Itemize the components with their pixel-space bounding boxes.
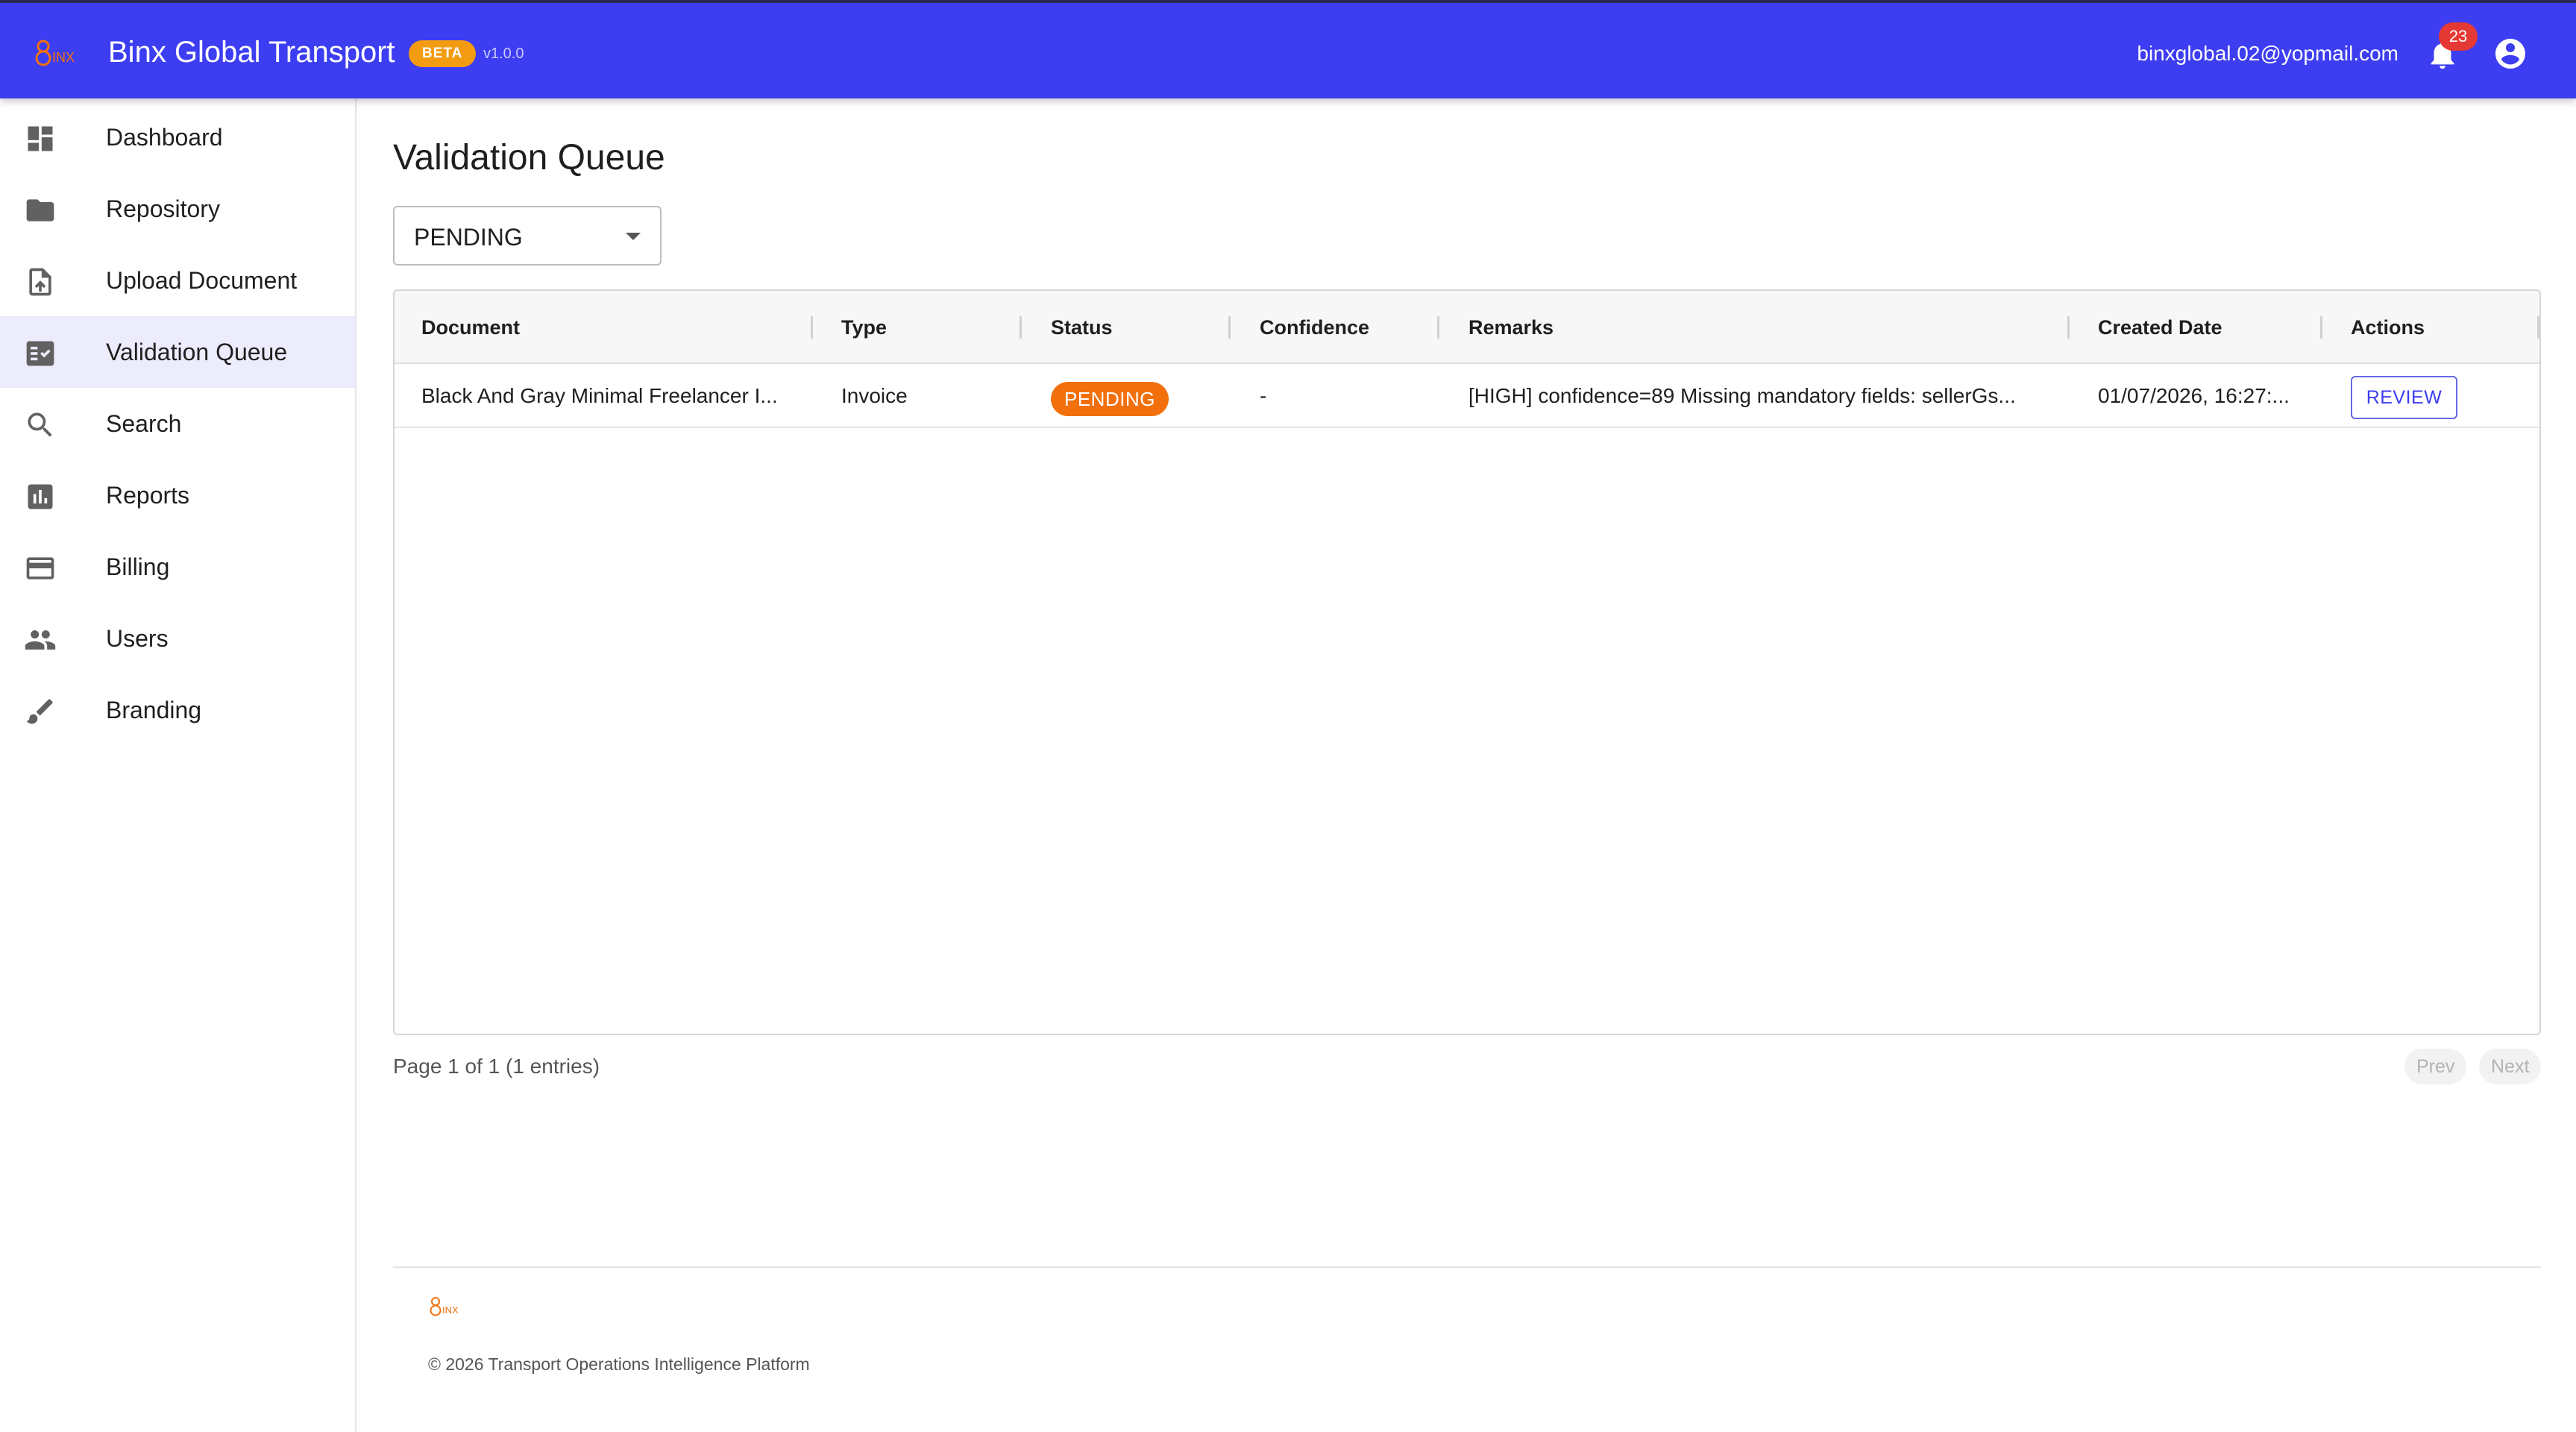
table-header: Document Type Status Confidence Remarks … [395,291,2539,364]
column-header-status[interactable]: Status [1051,291,1113,364]
status-badge: PENDING [1051,382,1169,416]
dashboard-icon [28,126,53,151]
column-resize-handle[interactable] [1437,316,1439,339]
sidebar-item-billing[interactable]: Billing [0,531,355,603]
column-resize-handle[interactable] [811,316,813,339]
sidebar-item-label: Reports [106,482,190,509]
arrow-drop-down-icon [626,233,641,240]
table-row[interactable]: Black And Gray Minimal Freelancer I... I… [395,364,2539,428]
sidebar-item-label: Dashboard [106,124,223,151]
sidebar-item-label: Branding [106,697,202,723]
fact-check-icon [26,341,54,366]
brush-icon [26,699,53,724]
sidebar-item-dashboard[interactable]: Dashboard [0,101,355,173]
sidebar-item-validation-queue[interactable]: Validation Queue [0,316,355,388]
column-resize-handle[interactable] [2067,316,2070,339]
column-resize-handle[interactable] [1020,316,1022,339]
review-button[interactable]: REVIEW [2351,376,2457,419]
search-icon [28,412,52,437]
sidebar-item-label: Users [106,625,169,652]
app-title: Binx Global Transport [108,36,395,69]
footer-divider [393,1266,2541,1268]
sidebar-item-label: Upload Document [106,267,298,294]
credit-card-icon [26,557,54,580]
cell-type: Invoice [841,384,908,407]
upload-file-icon [29,268,51,296]
top-app-bar: INX Binx Global Transport BETA v1.0.0 bi… [0,0,2576,98]
sidebar-item-upload-document[interactable]: Upload Document [0,245,355,316]
sidebar-item-repository[interactable]: Repository [0,173,355,245]
sidebar-item-label: Billing [106,553,170,580]
status-filter-value: PENDING [414,224,523,251]
column-header-actions: Actions [2351,316,2425,339]
column-header-confidence[interactable]: Confidence [1260,291,1369,364]
validation-queue-table: Document Type Status Confidence Remarks … [393,289,2541,1035]
user-email: binxglobal.02@yopmail.com [2137,42,2398,65]
cell-confidence: - [1260,384,1267,407]
people-icon [25,630,56,650]
next-page-button[interactable]: Next [2479,1049,2542,1084]
column-resize-handle[interactable] [2537,316,2539,339]
pagination-info: Page 1 of 1 (1 entries) [393,1055,600,1078]
folder-icon [26,199,54,222]
binx-logo-icon: INX [430,1297,459,1316]
status-filter-select[interactable]: PENDING [393,206,662,266]
sidebar-item-branding[interactable]: Branding [0,674,355,746]
column-resize-handle[interactable] [2320,316,2322,339]
sidebar-item-label: Repository [106,195,220,222]
column-header-document[interactable]: Document [421,291,520,364]
page-title: Validation Queue [393,138,665,178]
sidebar-item-label: Validation Queue [106,339,288,365]
account-circle-icon[interactable] [2492,36,2528,72]
sidebar-item-users[interactable]: Users [0,603,355,674]
column-header-created-date[interactable]: Created Date [2098,291,2222,364]
bar-chart-icon [28,484,53,509]
notification-count-badge: 23 [2439,22,2478,51]
version-label: v1.0.0 [483,45,524,62]
cell-remarks: [HIGH] confidence=89 Missing mandatory f… [1468,384,2016,407]
svg-text:INX: INX [52,50,75,65]
footer-copyright: © 2026 Transport Operations Intelligence… [428,1354,810,1374]
beta-badge: BETA [409,40,477,67]
prev-page-button[interactable]: Prev [2404,1049,2467,1084]
column-header-remarks[interactable]: Remarks [1468,291,1554,364]
sidebar: Dashboard Repository Upload Document Val… [0,98,356,1432]
column-header-type[interactable]: Type [841,291,887,364]
sidebar-item-reports[interactable]: Reports [0,459,355,531]
sidebar-item-search[interactable]: Search [0,388,355,459]
svg-text:INX: INX [442,1304,459,1316]
binx-logo-icon[interactable]: INX [33,34,88,70]
cell-document: Black And Gray Minimal Freelancer I... [421,384,778,407]
sidebar-item-label: Search [106,410,182,437]
column-resize-handle[interactable] [1228,316,1231,339]
cell-created-date: 01/07/2026, 16:27:... [2098,384,2290,407]
